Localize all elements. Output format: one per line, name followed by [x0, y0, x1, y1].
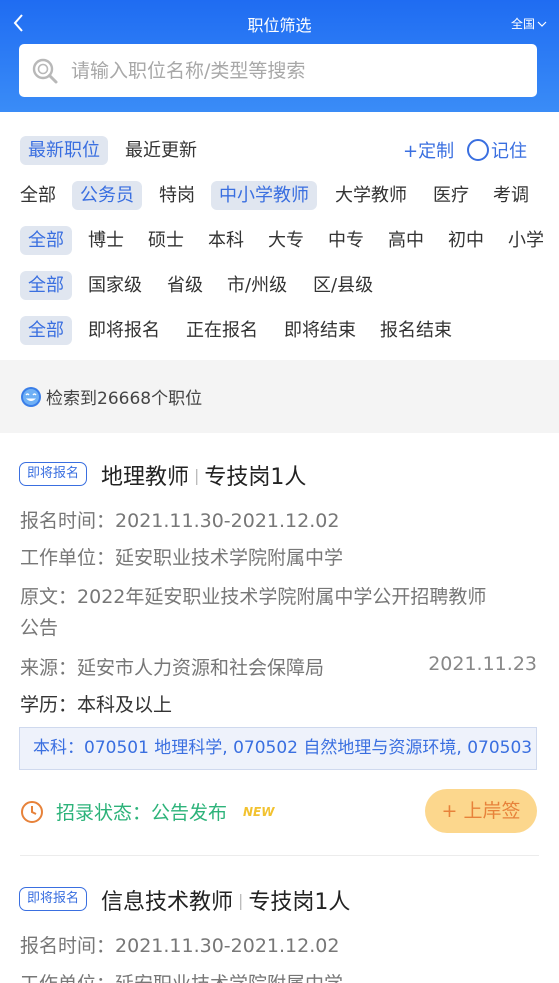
status-upcoming[interactable]: 即将报名 — [88, 316, 160, 345]
status-open[interactable]: 正在报名 — [186, 316, 258, 345]
job-title: 地理教师 | 专技岗1人 — [101, 459, 306, 491]
recruit-status: 招录状态：公告发布 NEW — [20, 798, 275, 825]
level-provincial[interactable]: 省级 — [167, 271, 203, 300]
source-doc-continued: 公告 — [20, 617, 59, 639]
job-name: 地理教师 — [101, 465, 190, 490]
apply-time-label: 报名时间： — [20, 510, 116, 532]
source-value: 延安市人力资源和社会保障局 — [77, 657, 325, 679]
education-bachelor[interactable]: 本科 — [208, 226, 244, 255]
custom-button[interactable]: +定制 — [403, 137, 454, 163]
tab-recent-update[interactable]: 最近更新 — [125, 136, 197, 165]
job-post: 专技岗1人 — [204, 465, 307, 490]
page-title: 职位筛选 — [247, 16, 312, 35]
search-input[interactable] — [71, 59, 537, 82]
education-primary-school[interactable]: 小学 — [508, 226, 559, 255]
education-row: 学历：本科及以上 — [20, 690, 172, 717]
recruit-status-label: 招录状态：公告发布 — [56, 802, 228, 824]
source-doc-label: 原文： — [20, 586, 78, 608]
category-medical[interactable]: 医疗 — [433, 181, 469, 210]
unit-row: 工作单位：延安职业技术学院附属中学 — [20, 969, 343, 983]
level-all[interactable]: 全部 — [20, 271, 72, 300]
region-selector[interactable]: 全国 — [511, 15, 547, 32]
remember-label: 记住 — [491, 141, 527, 162]
chevron-down-icon — [537, 21, 547, 27]
unit-value: 延安职业技术学院附属中学 — [115, 973, 343, 983]
header: 职位筛选 全国 — [0, 0, 559, 112]
major-list: 本科：070501 地理科学, 070502 自然地理与资源环境, 070503… — [19, 727, 537, 770]
status-all[interactable]: 全部 — [20, 316, 72, 345]
category-university-teacher[interactable]: 大学教师 — [335, 181, 407, 210]
category-school-teacher[interactable]: 中小学教师 — [211, 181, 317, 210]
job-post: 专技岗1人 — [248, 890, 351, 915]
level-city[interactable]: 市/州级 — [227, 271, 287, 300]
level-national[interactable]: 国家级 — [88, 271, 142, 300]
tab-latest[interactable]: 最新职位 — [20, 136, 108, 165]
result-summary: 检索到26668个职位 — [0, 360, 559, 433]
source-label: 来源： — [20, 657, 78, 679]
search-box[interactable] — [19, 44, 537, 97]
education-college[interactable]: 大专 — [268, 226, 304, 255]
apply-time-value: 2021.11.30-2021.12.02 — [115, 510, 340, 532]
education-master[interactable]: 硕士 — [148, 226, 184, 255]
publish-date: 2021.11.23 — [428, 653, 537, 675]
job-card[interactable]: 即将报名 地理教师 | 专技岗1人 报名时间：2021.11.30-2021.12.… — [0, 433, 559, 855]
job-card[interactable]: 即将报名 信息技术教师 | 专技岗1人 报名时间：2021.11.30-2021.1… — [0, 856, 559, 983]
unit-label: 工作单位： — [20, 973, 115, 983]
job-title: 信息技术教师 | 专技岗1人 — [101, 884, 350, 916]
education-value: 本科及以上 — [77, 694, 173, 716]
source-doc-value: 2022年延安职业技术学院附属中学公开招聘教师 — [77, 586, 487, 608]
apply-time-row: 报名时间：2021.11.30-2021.12.02 — [20, 506, 339, 533]
unit-label: 工作单位： — [20, 547, 116, 569]
land-sign-button[interactable]: + 上岸签 — [425, 789, 537, 833]
apply-time-label: 报名时间： — [20, 935, 116, 957]
source-row: 来源：延安市人力资源和社会保障局 — [20, 653, 324, 680]
divider: | — [194, 466, 200, 485]
education-label: 学历： — [20, 694, 78, 716]
category-special-post[interactable]: 特岗 — [159, 181, 195, 210]
unit-row: 工作单位：延安职业技术学院附属中学 — [20, 543, 343, 570]
remember-toggle[interactable]: 记住 — [467, 137, 527, 163]
category-transfer-exam[interactable]: 考调 — [493, 181, 529, 210]
education-high-school[interactable]: 高中 — [388, 226, 424, 255]
new-badge: NEW — [243, 804, 275, 819]
status-closing[interactable]: 即将结束 — [284, 316, 356, 345]
education-all[interactable]: 全部 — [20, 226, 72, 255]
result-count: 检索到26668个职位 — [46, 389, 203, 409]
apply-time-value: 2021.11.30-2021.12.02 — [115, 935, 340, 957]
radio-circle-icon — [467, 139, 489, 161]
region-label: 全国 — [510, 17, 535, 31]
education-technical-school[interactable]: 中专 — [328, 226, 364, 255]
job-name: 信息技术教师 — [101, 890, 234, 915]
category-all[interactable]: 全部 — [20, 181, 56, 210]
divider: | — [238, 891, 244, 910]
status-closed[interactable]: 报名结束 — [380, 316, 452, 345]
smiley-icon — [21, 386, 41, 407]
apply-time-row: 报名时间：2021.11.30-2021.12.02 — [20, 931, 339, 958]
unit-value: 延安职业技术学院附属中学 — [115, 547, 344, 569]
category-civil-servant[interactable]: 公务员 — [72, 181, 142, 210]
search-icon — [32, 58, 58, 83]
clock-icon — [21, 800, 43, 823]
source-doc-row[interactable]: 原文：2022年延安职业技术学院附属中学公开招聘教师 — [20, 582, 486, 609]
education-phd[interactable]: 博士 — [88, 226, 124, 255]
status-badge: 即将报名 — [19, 462, 88, 486]
level-district[interactable]: 区/县级 — [313, 271, 373, 300]
status-badge: 即将报名 — [19, 887, 88, 911]
education-middle-school[interactable]: 初中 — [448, 226, 484, 255]
